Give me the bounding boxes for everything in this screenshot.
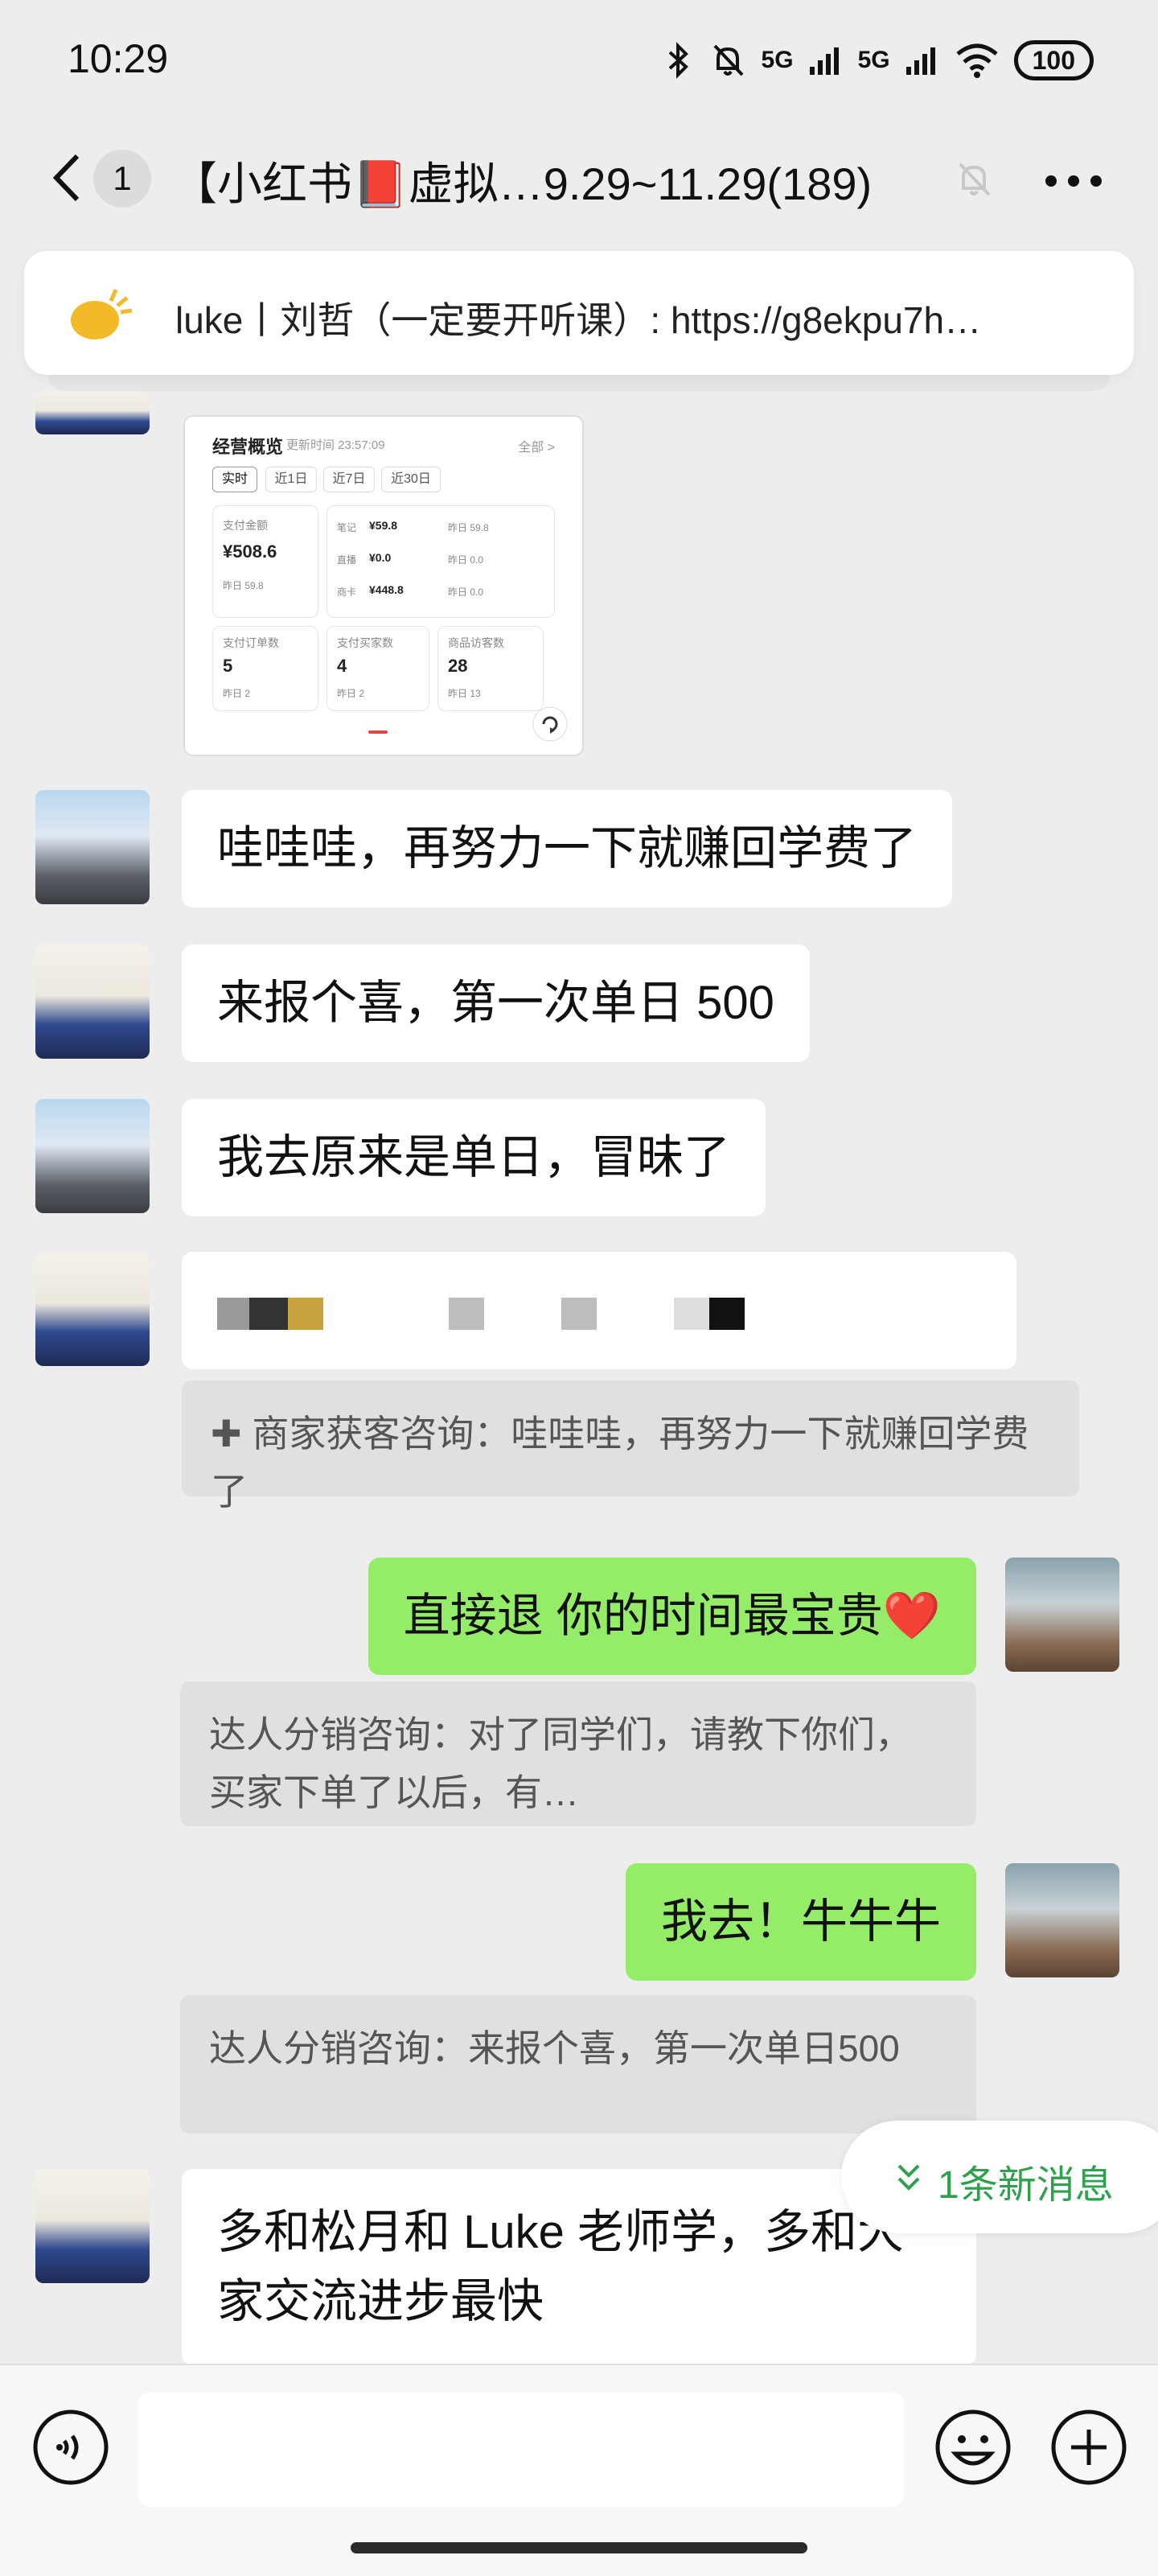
refresh-icon[interactable]	[532, 706, 568, 742]
stat-prev: 昨日 2	[223, 688, 251, 699]
message-bubble: 来报个喜，第一次单日 500	[182, 944, 810, 1062]
pinned-text: luke丨刘哲（一定要开听课）: https://g8ekpu7h…	[175, 299, 982, 341]
message-input[interactable]	[138, 2393, 904, 2507]
message-bubble: 哇哇哇，再努力一下就赚回学费了	[182, 790, 953, 907]
mute-bell-icon	[713, 44, 744, 76]
pinned-announcement[interactable]: luke丨刘哲（一定要开听课）: https://g8ekpu7h…	[24, 251, 1134, 375]
new-message-pill[interactable]: 1条新消息	[841, 2121, 1158, 2233]
chat-title: 【小红书📕虚拟…9.29~11.29(189)	[172, 158, 873, 209]
avatar[interactable]	[35, 2169, 150, 2283]
quoted-message[interactable]: 达人分销咨询：对了同学们，请教下你们，买家下单了以后，有…	[180, 1681, 976, 1826]
stat-box-visitors: 商品访客数 28 昨日 13	[437, 626, 544, 711]
stat-label: 商品访客数	[448, 636, 504, 649]
my-message-bubble: 我去！牛牛牛	[625, 1863, 976, 1981]
plus-icon[interactable]	[1049, 2407, 1129, 2488]
avatar[interactable]	[35, 1099, 150, 1213]
avatar-me[interactable]	[1005, 1558, 1119, 1672]
unread-count-badge[interactable]: 1	[93, 150, 151, 208]
quoted-message[interactable]: ✚ 商家获客咨询：哇哇哇，再努力一下就赚回学费了	[182, 1381, 1079, 1512]
stat-label: 支付订单数	[223, 636, 279, 649]
stat-value: 5	[223, 656, 233, 676]
back-arrow-icon[interactable]	[43, 150, 92, 206]
stat-box-pay-amount: 支付金额 ¥508.6 昨日 59.8	[212, 505, 318, 618]
redacted-block	[249, 1297, 288, 1330]
stat-value: ¥0.0	[369, 551, 392, 564]
stat-prev: 昨日 0.0	[448, 586, 484, 598]
stat-label: 支付买家数	[337, 636, 393, 649]
input-bar	[0, 2364, 1158, 2576]
bluetooth-icon	[668, 42, 688, 79]
network-label-1: 5G	[761, 47, 794, 73]
tab-1day: 近1日	[265, 467, 317, 492]
signal-icon	[905, 47, 935, 75]
wifi-icon	[956, 43, 998, 78]
image-message[interactable]: 经营概览 更新时间 23:57:09 全部 > 实时 近1日 近7日 近30日 …	[183, 415, 584, 756]
redacted-block	[288, 1297, 323, 1330]
pinned-shadow	[48, 375, 1110, 391]
muted-bell-icon	[959, 163, 991, 196]
stat-value: 4	[337, 656, 347, 676]
redacted-block	[709, 1297, 745, 1330]
stat-prev: 昨日 59.8	[223, 580, 264, 591]
tab-realtime: 实时	[212, 467, 257, 492]
message-bubble-redacted	[182, 1252, 1016, 1369]
status-time: 10:29	[68, 36, 169, 81]
stat-value: ¥508.6	[223, 541, 277, 562]
card-title: 经营概览	[212, 437, 284, 457]
message-bubble: 我去原来是单日，冒昧了	[182, 1099, 766, 1216]
chevron-down-icon	[897, 2164, 920, 2191]
stat-box-breakdown: 笔记 ¥59.8 昨日 59.8 直播 ¥0.0 昨日 0.0 商卡 ¥448.…	[326, 505, 555, 618]
card-update-time: 更新时间 23:57:09	[286, 438, 385, 452]
avatar[interactable]	[35, 1252, 150, 1366]
redacted-block	[674, 1297, 710, 1330]
new-message-label: 1条新消息	[938, 2164, 1114, 2207]
stat-box-buyers: 支付买家数 4 昨日 2	[326, 626, 429, 711]
stat-label: 直播	[337, 554, 357, 566]
status-icons: 5G 5G 100	[662, 40, 1094, 80]
avatar[interactable]	[35, 944, 150, 1059]
megaphone-icon	[71, 289, 133, 339]
battery-icon: 100	[1013, 40, 1094, 80]
redacted-block	[449, 1297, 485, 1330]
more-icon[interactable]	[1045, 169, 1110, 193]
my-message-bubble: 直接退 你的时间最宝贵❤️	[368, 1558, 976, 1675]
stat-prev: 昨日 59.8	[448, 522, 489, 533]
stat-value: 28	[448, 656, 468, 676]
quoted-message[interactable]: 达人分销咨询：来报个喜，第一次单日500	[180, 1995, 976, 2134]
redacted-block	[217, 1297, 249, 1330]
emoji-icon[interactable]	[933, 2407, 1013, 2488]
stat-box-orders: 支付订单数 5 昨日 2	[212, 626, 318, 711]
stat-label: 笔记	[337, 522, 357, 533]
stat-prev: 昨日 0.0	[448, 554, 484, 566]
avatar-me[interactable]	[1005, 1863, 1119, 1977]
signal-icon	[809, 47, 839, 75]
redacted-block	[561, 1297, 597, 1330]
page-indicator	[368, 730, 388, 734]
stat-prev: 昨日 13	[448, 688, 481, 699]
stat-label: 支付金额	[223, 519, 268, 532]
tab-7day: 近7日	[323, 467, 375, 492]
stat-prev: 昨日 2	[337, 688, 365, 699]
voice-icon[interactable]	[32, 2409, 109, 2486]
home-indicator[interactable]	[351, 2542, 807, 2553]
avatar[interactable]	[35, 790, 150, 904]
avatar[interactable]	[35, 391, 150, 434]
stat-value: ¥448.8	[369, 583, 404, 596]
card-all-link: 全部 >	[518, 441, 555, 455]
network-label-2: 5G	[857, 47, 890, 73]
tab-30day: 近30日	[381, 467, 441, 492]
stat-value: ¥59.8	[369, 519, 398, 532]
stat-label: 商卡	[337, 586, 357, 598]
